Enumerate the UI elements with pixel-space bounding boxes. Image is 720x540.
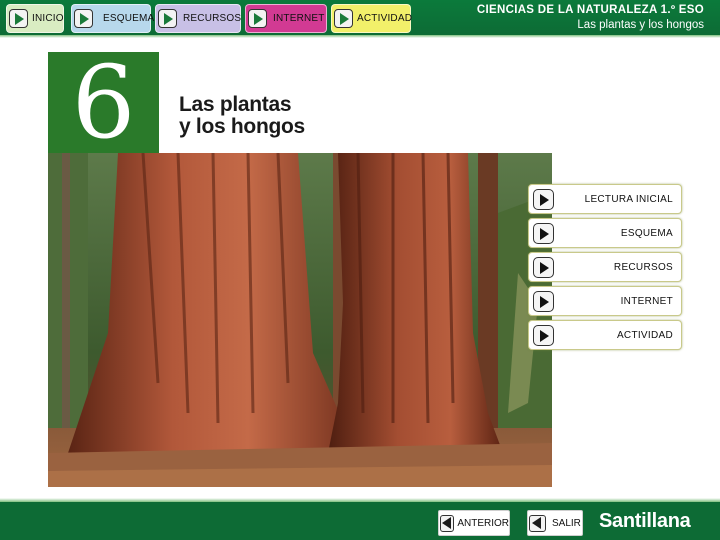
nav-recursos-button[interactable]: RECURSOS [155,4,241,33]
menu-esquema-button[interactable]: ESQUEMA [528,218,682,248]
sequoia-photo [48,153,552,487]
play-icon [334,9,353,28]
play-icon [533,257,554,278]
nav-internet-label: INTERNET [273,13,325,24]
nav-inicio-button[interactable]: INICIO [6,4,64,33]
bottom-bar: ANTERIOR SALIR Santillana [0,498,720,540]
unit-number: 6 [48,52,159,153]
unit-subtitle: Las plantas y los hongos [577,19,704,31]
menu-lectura-inicial-button[interactable]: LECTURA INICIAL [528,184,682,214]
menu-lectura-inicial-label: LECTURA INICIAL [584,194,673,205]
play-icon [533,223,554,244]
menu-actividad-button[interactable]: ACTIVIDAD [528,320,682,350]
menu-actividad-label: ACTIVIDAD [616,330,673,341]
menu-internet-button[interactable]: INTERNET [528,286,682,316]
play-icon [248,9,267,28]
unit-title-line2: y los hongos [179,115,305,138]
unit-title: Las plantas y los hongos [179,94,305,138]
nav-esquema-button[interactable]: ESQUEMA [71,4,155,33]
nav-actividad-button[interactable]: ACTIVIDAD [331,4,413,33]
previous-button[interactable]: ANTERIOR [438,510,510,536]
play-icon [158,9,177,28]
menu-recursos-button[interactable]: RECURSOS [528,252,682,282]
play-icon [533,325,554,346]
nav-internet-button[interactable]: INTERNET [245,4,327,33]
back-arrow-icon [440,514,455,532]
menu-internet-label: INTERNET [620,296,673,307]
brand-logo: Santillana [599,510,691,532]
menu-esquema-label: ESQUEMA [620,228,673,239]
nav-recursos-label: RECURSOS [183,13,242,24]
exit-button[interactable]: SALIR [527,510,583,536]
exit-label: SALIR [552,517,581,529]
play-icon [533,291,554,312]
play-icon [74,9,93,28]
back-arrow-icon [529,514,546,532]
menu-recursos-label: RECURSOS [613,262,673,273]
nav-esquema-label: ESQUEMA [103,13,155,24]
top-bar: INICIO ESQUEMA RECURSOS INTERNET ACTIVID… [0,0,720,38]
play-icon [9,9,28,28]
nav-actividad-label: ACTIVIDAD [357,13,413,24]
play-icon [533,189,554,210]
course-title: CIENCIAS DE LA NATURALEZA 1.º ESO [476,4,704,16]
nav-inicio-label: INICIO [32,13,64,24]
unit-title-line1: Las plantas [179,93,292,116]
previous-label: ANTERIOR [457,517,509,529]
